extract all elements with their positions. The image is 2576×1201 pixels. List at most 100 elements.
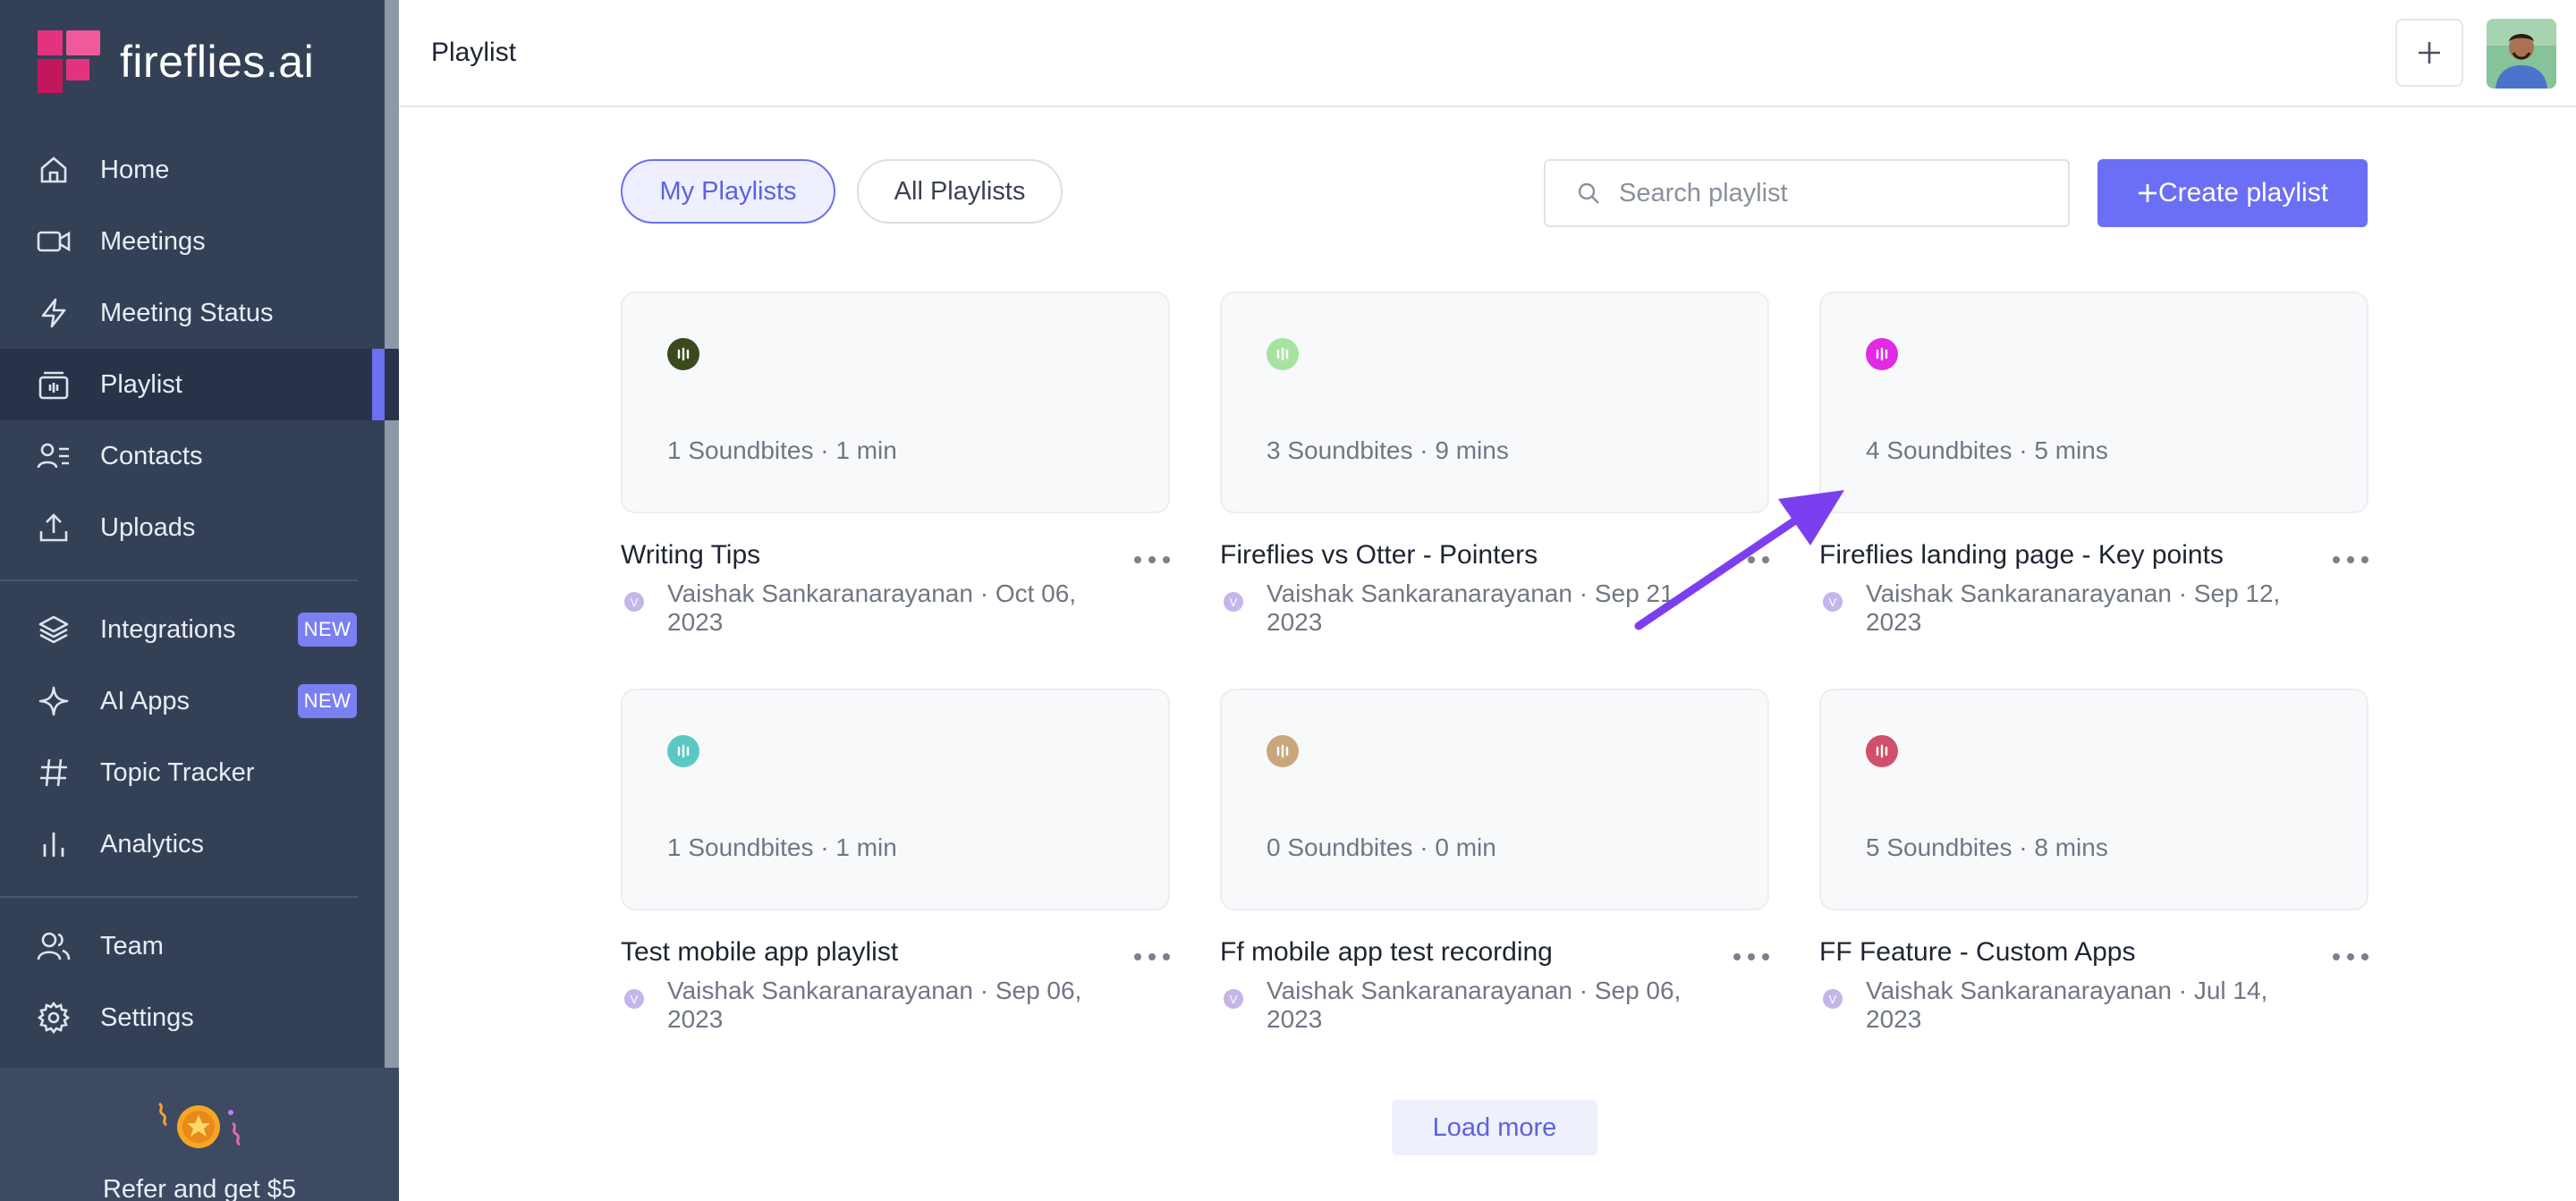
owner-avatar: V xyxy=(624,989,644,1009)
soundbite-icon xyxy=(1866,735,1898,767)
reward-star-icon xyxy=(158,1102,241,1148)
sidebar-item-ai-apps[interactable]: AI Apps NEW xyxy=(0,665,399,737)
sidebar-item-label: Analytics xyxy=(100,829,205,858)
more-options-icon[interactable] xyxy=(1134,948,1170,966)
playlist-title[interactable]: Fireflies vs Otter - Pointers xyxy=(1220,540,1538,571)
soundbite-icon xyxy=(1866,338,1898,370)
upload-icon xyxy=(36,510,72,546)
page-title: Playlist xyxy=(431,38,517,67)
create-playlist-button[interactable]: Create playlist xyxy=(2097,159,2368,227)
owner-name-date: Vaishak Sankaranarayanan · Sep 21, 2023 xyxy=(1267,579,1682,636)
refer-banner[interactable]: Refer and get $5 xyxy=(0,1068,399,1201)
playlist-card[interactable]: 5 Soundbites · 8 mins xyxy=(1819,689,2368,910)
sidebar-item-label: Meeting Status xyxy=(100,298,274,327)
owner-name-date: Vaishak Sankaranarayanan · Sep 06, 2023 xyxy=(1267,977,1682,1033)
create-playlist-label: Create playlist xyxy=(2157,178,2329,207)
search-box[interactable] xyxy=(1544,159,2070,227)
sidebar-item-label: Integrations xyxy=(100,614,236,644)
sidebar-divider xyxy=(0,579,358,581)
more-options-icon[interactable] xyxy=(2333,948,2368,966)
refer-label: Refer and get $5 xyxy=(102,1175,297,1201)
playlist-card[interactable]: 0 Soundbites · 0 min xyxy=(1220,689,1769,910)
owner-name-date: Vaishak Sankaranarayanan · Sep 06, 2023 xyxy=(667,977,1082,1033)
sidebar-item-label: Meetings xyxy=(100,226,206,256)
video-icon xyxy=(36,224,72,259)
logo[interactable]: fireflies.ai xyxy=(38,30,314,93)
sidebar-item-label: Topic Tracker xyxy=(100,757,255,787)
sidebar-item-playlist[interactable]: Playlist xyxy=(0,349,399,420)
playlist-meta: 4 Soundbites · 5 mins xyxy=(1866,436,2108,464)
lightning-icon xyxy=(36,295,72,331)
owner-avatar: V xyxy=(1224,592,1243,612)
owner-avatar: V xyxy=(1823,989,1843,1009)
sidebar-item-team[interactable]: Team xyxy=(0,910,399,982)
home-icon xyxy=(36,152,72,188)
playlist-card[interactable]: 3 Soundbites · 9 mins xyxy=(1220,292,1769,513)
new-badge: NEW xyxy=(298,613,357,647)
soundbite-icon xyxy=(667,735,699,767)
playlist-icon xyxy=(36,367,72,402)
app-name: fireflies.ai xyxy=(120,37,315,87)
more-options-icon[interactable] xyxy=(1733,551,1769,569)
playlist-owner: V Vaishak Sankaranarayanan · Jul 14, 2023 xyxy=(1823,977,2286,1034)
soundbite-icon xyxy=(1267,338,1299,370)
sidebar-item-label: Settings xyxy=(100,1002,194,1032)
sidebar-item-label: Home xyxy=(100,155,170,184)
add-button[interactable] xyxy=(2395,19,2463,87)
tab-all-playlists[interactable]: All Playlists xyxy=(857,159,1063,224)
bar-chart-icon xyxy=(36,826,72,862)
search-icon xyxy=(1578,182,1599,204)
sidebar-item-uploads[interactable]: Uploads xyxy=(0,492,399,563)
avatar[interactable] xyxy=(2487,19,2556,89)
search-input[interactable] xyxy=(1619,178,2048,208)
sidebar-item-meeting-status[interactable]: Meeting Status xyxy=(0,277,399,349)
load-more-button[interactable]: Load more xyxy=(1392,1100,1597,1155)
playlist-title[interactable]: Fireflies landing page - Key points xyxy=(1819,540,2224,571)
playlist-card[interactable]: 1 Soundbites · 1 min xyxy=(621,292,1170,513)
sidebar-item-label: Playlist xyxy=(100,369,182,399)
fireflies-logo-icon xyxy=(38,30,100,93)
more-options-icon[interactable] xyxy=(1134,551,1170,569)
plus-icon xyxy=(2138,184,2157,202)
contacts-icon xyxy=(36,438,72,474)
sidebar-item-label: Uploads xyxy=(100,512,196,542)
playlist-title[interactable]: Ff mobile app test recording xyxy=(1220,937,1553,968)
sidebar-item-topic-tracker[interactable]: Topic Tracker xyxy=(0,737,399,808)
sidebar-item-home[interactable]: Home xyxy=(0,134,399,206)
sidebar-item-contacts[interactable]: Contacts xyxy=(0,420,399,492)
sidebar-item-label: AI Apps xyxy=(100,686,190,715)
playlist-meta: 1 Soundbites · 1 min xyxy=(667,833,897,861)
playlist-title[interactable]: Test mobile app playlist xyxy=(621,937,898,968)
owner-avatar: V xyxy=(624,592,644,612)
playlist-meta: 0 Soundbites · 0 min xyxy=(1267,833,1496,861)
layers-icon xyxy=(36,612,72,647)
playlist-owner: V Vaishak Sankaranarayanan · Sep 12, 2023 xyxy=(1823,579,2286,637)
sidebar-item-analytics[interactable]: Analytics xyxy=(0,808,399,880)
playlist-owner: V Vaishak Sankaranarayanan · Sep 06, 2023 xyxy=(1224,977,1687,1034)
sidebar-item-meetings[interactable]: Meetings xyxy=(0,206,399,277)
playlist-title[interactable]: Writing Tips xyxy=(621,540,760,571)
owner-name-date: Vaishak Sankaranarayanan · Oct 06, 2023 xyxy=(667,579,1077,636)
playlist-card[interactable]: 4 Soundbites · 5 mins xyxy=(1819,292,2368,513)
sidebar-divider xyxy=(0,896,358,898)
playlist-title[interactable]: FF Feature - Custom Apps xyxy=(1819,937,2135,968)
owner-avatar: V xyxy=(1224,989,1243,1009)
sidebar-item-integrations[interactable]: Integrations NEW xyxy=(0,594,399,665)
sparkle-icon xyxy=(36,683,72,719)
sidebar-item-settings[interactable]: Settings xyxy=(0,982,399,1053)
playlist-owner: V Vaishak Sankaranarayanan · Oct 06, 2023 xyxy=(624,579,1088,637)
plus-icon xyxy=(2419,42,2440,63)
owner-avatar: V xyxy=(1823,592,1843,612)
playlist-meta: 1 Soundbites · 1 min xyxy=(667,436,897,464)
new-badge: NEW xyxy=(298,684,357,718)
playlist-meta: 3 Soundbites · 9 mins xyxy=(1267,436,1509,464)
top-bar: Playlist xyxy=(399,0,2576,107)
owner-name-date: Vaishak Sankaranarayanan · Sep 12, 2023 xyxy=(1866,579,2281,636)
owner-name-date: Vaishak Sankaranarayanan · Jul 14, 2023 xyxy=(1866,977,2268,1033)
more-options-icon[interactable] xyxy=(1733,948,1769,966)
more-options-icon[interactable] xyxy=(2333,551,2368,569)
tab-my-playlists[interactable]: My Playlists xyxy=(621,159,835,224)
playlist-card[interactable]: 1 Soundbites · 1 min xyxy=(621,689,1170,910)
playlist-meta: 5 Soundbites · 8 mins xyxy=(1866,833,2108,861)
hash-icon xyxy=(36,755,72,791)
